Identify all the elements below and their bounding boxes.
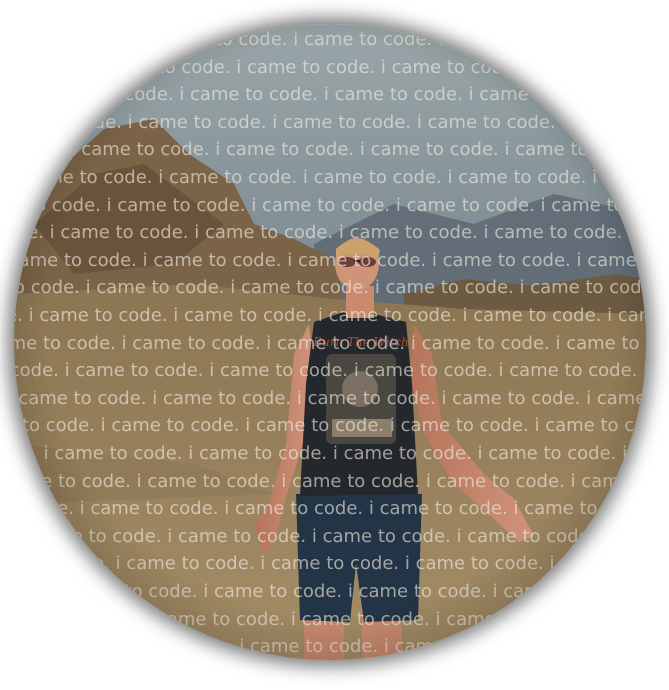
desert-photo: Burn The Witch: [14, 24, 646, 660]
profile-photo-circle: Burn The Witch i came to code. i came to…: [14, 24, 646, 660]
shirt-print-text: Burn The Witch: [312, 335, 409, 349]
